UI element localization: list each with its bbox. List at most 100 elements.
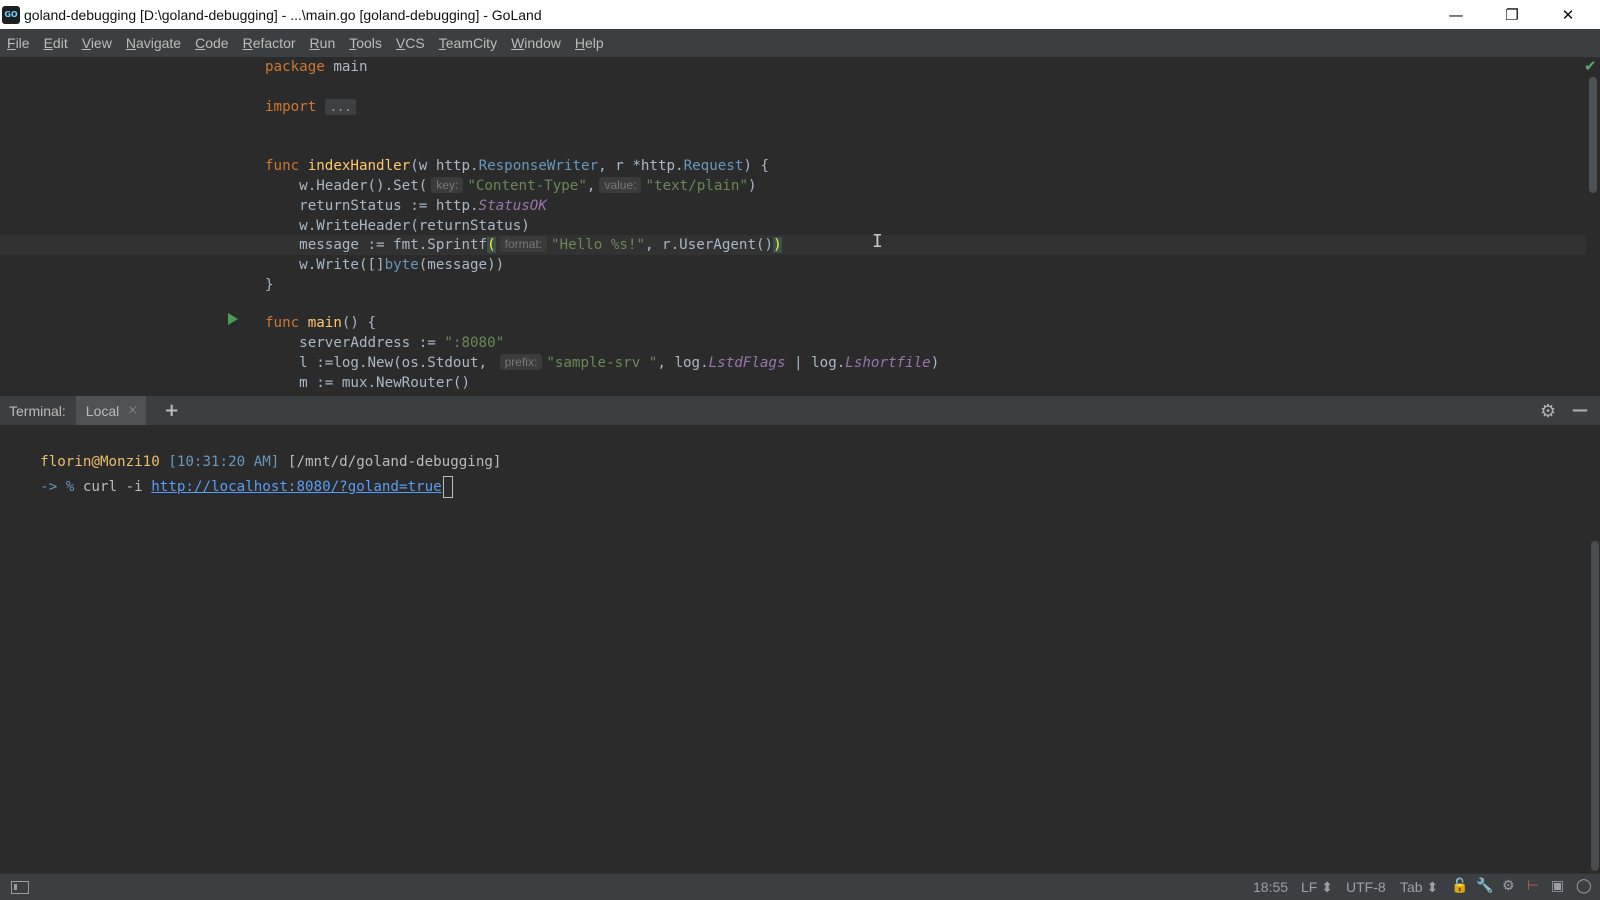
inspection-ok-icon[interactable]: ✔	[1584, 57, 1597, 75]
code-line: m := mux.NewRouter()	[0, 373, 1586, 393]
indent-setting[interactable]: Tab ⬍	[1400, 879, 1438, 896]
folded-imports[interactable]: ...	[324, 99, 357, 115]
code-line: serverAddress := ":8080"	[0, 333, 1586, 353]
notifications-icon[interactable]: ◯	[1576, 878, 1592, 894]
code-token: )	[747, 178, 757, 194]
code-token: m := mux.NewRouter()	[265, 375, 470, 391]
menu-run[interactable]: Run	[303, 29, 343, 57]
code-token: (message))	[418, 257, 505, 273]
close-button[interactable]: ✕	[1540, 0, 1596, 29]
status-bar: 18:55 LF ⬍ UTF-8 Tab ⬍ 🔓 🔧 ⚙ ⊢ ▣ ◯	[0, 873, 1600, 900]
restore-button[interactable]: ❐	[1484, 0, 1540, 29]
code-token: l :=log.New(os.Stdout,	[265, 355, 496, 371]
code-line: func indexHandler(w http.ResponseWriter,…	[0, 156, 1586, 176]
menu-vcs[interactable]: VCS	[389, 29, 432, 57]
code-token: indexHandler	[307, 158, 411, 174]
command-text: curl -i	[82, 479, 152, 495]
title-bar: GO goland-debugging [D:\goland-debugging…	[0, 0, 1600, 29]
menu-tools[interactable]: Tools	[342, 29, 389, 57]
code-token: () {	[341, 315, 377, 331]
code-token: returnStatus := http.	[265, 198, 479, 214]
code-token: func	[265, 158, 308, 174]
code-token: }	[265, 277, 274, 293]
menu-file[interactable]: File	[0, 29, 37, 57]
terminal-toolbar: Terminal: Local × + ⚙ —	[0, 395, 1600, 426]
memory-icon[interactable]: ▣	[1551, 878, 1564, 894]
file-encoding[interactable]: UTF-8	[1346, 879, 1386, 895]
code-token: "Hello %s!"	[550, 237, 645, 253]
code-token: Lshortfile	[845, 355, 931, 371]
menu-bar: File Edit View Navigate Code Refactor Ru…	[0, 29, 1600, 57]
menu-teamcity[interactable]: TeamCity	[432, 29, 504, 57]
code-token: LstdFlags	[708, 355, 786, 371]
param-hint: format:	[499, 236, 547, 252]
code-token: package	[265, 59, 325, 75]
menu-window[interactable]: Window	[504, 29, 568, 57]
terminal-label: Terminal:	[9, 402, 66, 419]
menu-edit[interactable]: Edit	[37, 29, 75, 57]
command-line: -> % curl -i http://localhost:8080/?gola…	[6, 456, 453, 518]
code-token: | log.	[785, 355, 846, 371]
code-line: w.WriteHeader(returnStatus)	[0, 216, 1586, 236]
caret-position[interactable]: 18:55	[1253, 879, 1288, 895]
code-token: "Content-Type"	[467, 178, 587, 194]
terminal-caret	[442, 476, 453, 498]
code-token: StatusOK	[478, 198, 547, 214]
code-token: , log.	[657, 355, 709, 371]
menu-navigate[interactable]: Navigate	[119, 29, 188, 57]
code-line: }	[0, 275, 1586, 295]
menu-view[interactable]: View	[75, 29, 119, 57]
code-token: message := fmt.Sprintf	[265, 237, 488, 253]
prompt-arrow: -> %	[40, 479, 75, 495]
code-line: w.Write([]byte(message))	[0, 255, 1586, 275]
line-separator[interactable]: LF ⬍	[1301, 879, 1333, 896]
tab-label: Local	[85, 402, 120, 419]
code-token: ,	[586, 178, 596, 194]
matched-brace: (	[487, 237, 496, 253]
code-token: ) {	[743, 158, 769, 174]
tool-windows-toggle-icon[interactable]	[11, 881, 29, 894]
vcs-icon[interactable]: ⊢	[1527, 878, 1539, 894]
gear-icon[interactable]: ⚙	[1540, 401, 1556, 422]
code-line: import ...	[0, 97, 1586, 117]
current-code-line: message := fmt.Sprintf(format: "Hello %s!…	[0, 235, 1586, 255]
code-token: main	[324, 59, 368, 75]
code-token: serverAddress :=	[265, 335, 445, 351]
code-token: (w http.	[410, 158, 479, 174]
editor-scrollbar[interactable]	[1589, 77, 1597, 193]
mouse-text-cursor-icon: I	[872, 231, 883, 252]
code-token: import	[265, 99, 317, 115]
menu-code[interactable]: Code	[188, 29, 235, 57]
hide-panel-icon[interactable]: —	[1572, 400, 1588, 419]
cog-icon[interactable]: ⚙	[1502, 878, 1515, 894]
menu-refactor[interactable]: Refactor	[236, 29, 303, 57]
code-token: byte	[384, 257, 419, 273]
goland-logo-icon: GO	[2, 5, 20, 24]
terminal-scrollbar[interactable]	[1591, 541, 1599, 871]
matched-brace: )	[773, 237, 782, 253]
code-token: Request	[683, 158, 744, 174]
code-editor[interactable]: package main import ... func indexHandle…	[0, 57, 1600, 393]
code-token: w.WriteHeader(returnStatus)	[265, 218, 530, 234]
param-hint: key:	[431, 177, 464, 193]
code-token: w.Header().Set(	[265, 178, 428, 194]
code-token: func	[265, 315, 308, 331]
code-line: returnStatus := http.StatusOK	[0, 196, 1586, 216]
menu-help[interactable]: Help	[568, 29, 611, 57]
window-title: goland-debugging [D:\goland-debugging] -…	[24, 6, 542, 23]
wrench-icon[interactable]: 🔧	[1476, 878, 1493, 894]
run-gutter-icon[interactable]	[228, 313, 238, 325]
param-hint: prefix:	[499, 354, 543, 370]
terminal-output[interactable]: florin@Monzi10 [10:31:20 AM] [/mnt/d/gol…	[0, 425, 1600, 873]
code-line: l :=log.New(os.Stdout, prefix: "sample-sr…	[0, 353, 1586, 373]
new-terminal-icon[interactable]: +	[164, 400, 179, 421]
code-token: w.Write([]	[265, 257, 385, 273]
tab-local[interactable]: Local ×	[75, 395, 147, 426]
code-token: main	[307, 315, 342, 331]
close-tab-icon[interactable]: ×	[127, 403, 138, 418]
code-line: w.Header().Set(key: "Content-Type", value:…	[0, 176, 1586, 196]
minimize-button[interactable]: —	[1428, 0, 1484, 29]
code-token: )	[930, 355, 940, 371]
lock-icon[interactable]: 🔓	[1451, 878, 1468, 894]
url-link[interactable]: http://localhost:8080/?goland=true	[151, 479, 441, 495]
